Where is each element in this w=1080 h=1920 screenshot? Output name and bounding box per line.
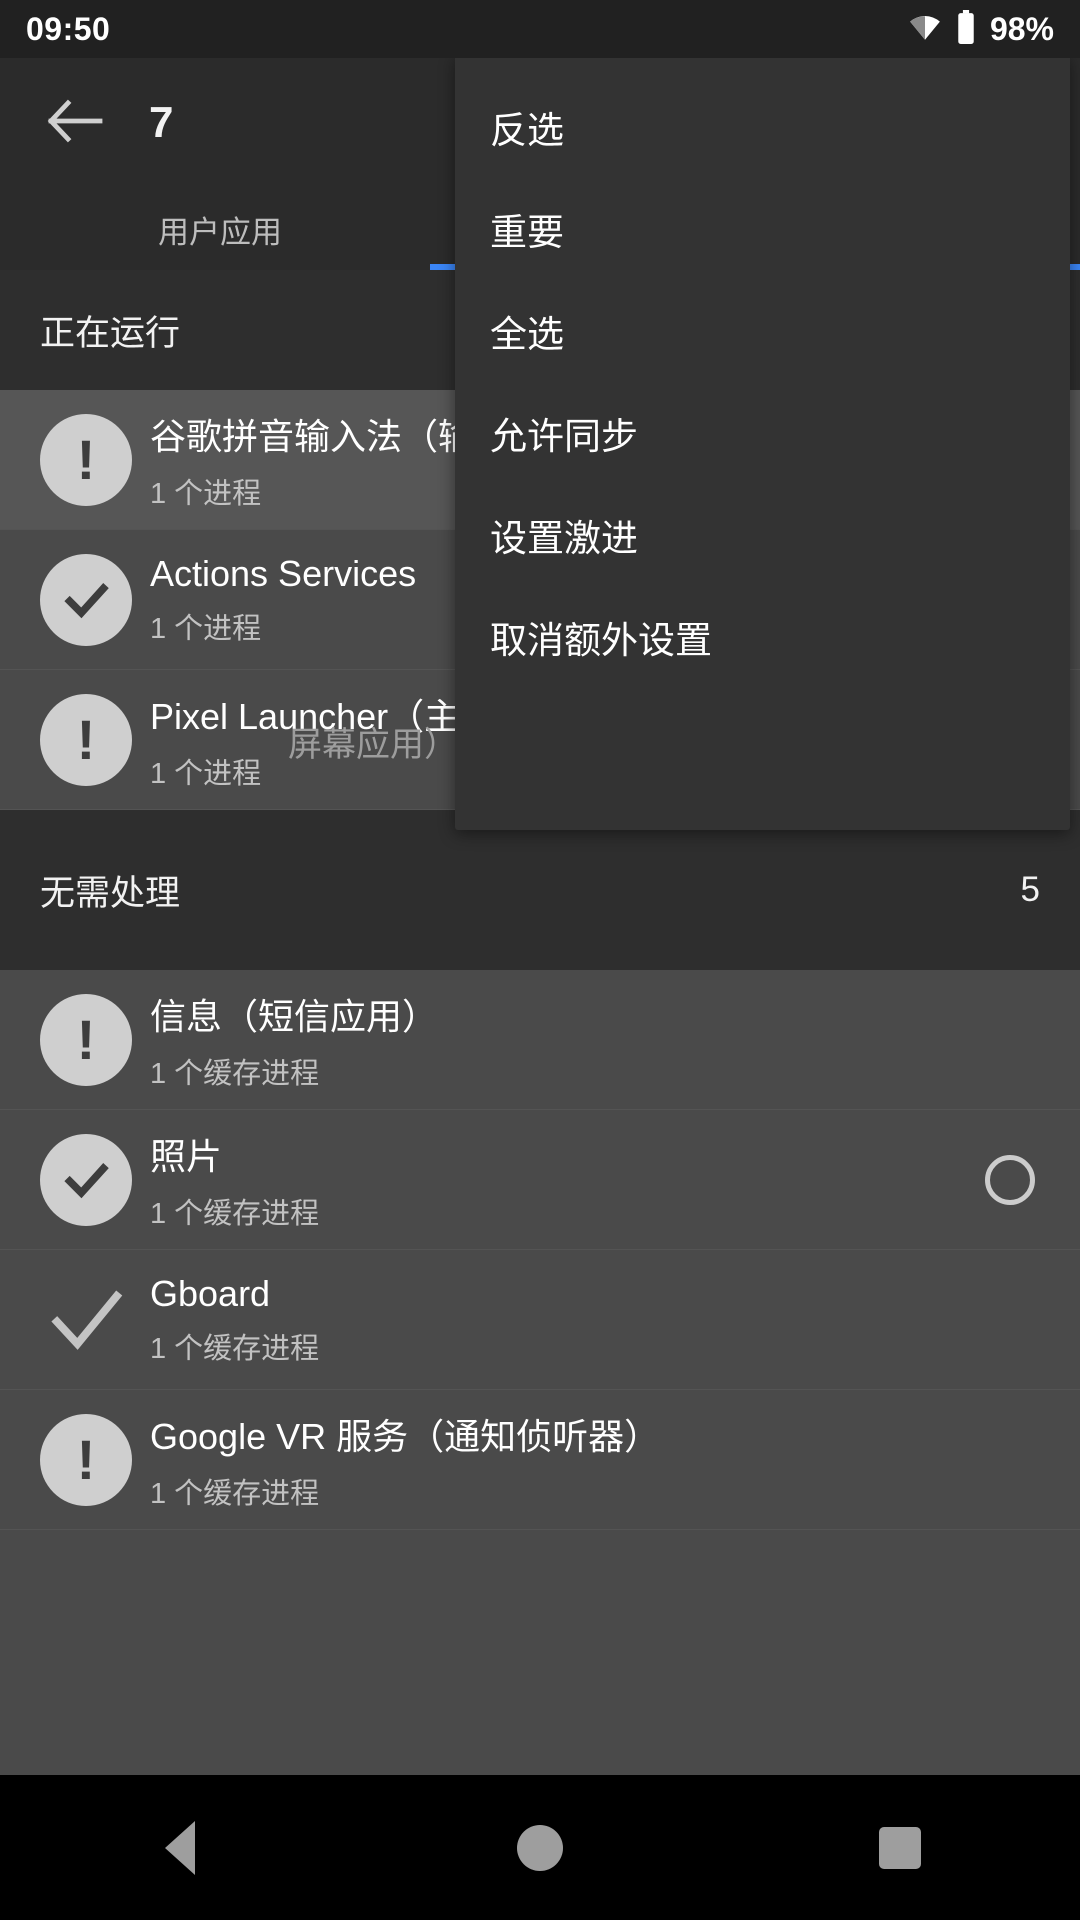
list-item-title: Gboard: [150, 1272, 271, 1314]
list-item-subtitle: 1 个进程: [150, 612, 262, 645]
overflow-menu[interactable]: 反选 重要 全选 允许同步 设置激进 取消额外设置: [455, 55, 1070, 830]
battery-icon: [956, 9, 976, 49]
exclamation-circle-icon: !: [40, 693, 132, 786]
row-trailing-slot[interactable]: [980, 1154, 1040, 1205]
tab-indicator-left: [430, 264, 456, 270]
nav-recent-icon: [879, 1826, 921, 1869]
menu-item-important[interactable]: 重要: [455, 179, 1070, 279]
tab-user-apps-label: 用户应用: [158, 214, 282, 250]
screen-root: 09:50 98% 7 用户应用 正在运行 ! 谷歌拼音输入法（输入法） 1 个…: [0, 0, 1080, 1920]
exclamation-circle-icon: !: [40, 413, 132, 506]
table-row[interactable]: ! 信息（短信应用） 1 个缓存进程: [0, 970, 1080, 1110]
section-header-no-action: 无需处理 5: [0, 810, 1080, 970]
nav-home-button[interactable]: [480, 1788, 600, 1908]
menu-item-allow-sync[interactable]: 允许同步: [455, 383, 1070, 483]
menu-item-invert-selection[interactable]: 反选: [455, 77, 1070, 177]
check-circle-icon: [40, 1133, 132, 1226]
menu-item-cancel-extra-settings[interactable]: 取消额外设置: [455, 587, 1070, 687]
wifi-icon: [908, 14, 942, 45]
battery-percent-label: 98%: [989, 10, 1054, 47]
status-bar-clock: 09:50: [26, 10, 111, 47]
status-bar-icons: 98%: [908, 9, 1054, 49]
nav-home-icon: [517, 1824, 563, 1871]
back-arrow-icon: [46, 97, 104, 150]
tab-user-apps[interactable]: 用户应用: [0, 188, 440, 270]
table-row[interactable]: 照片 1 个缓存进程: [0, 1110, 1080, 1250]
section-count: 5: [1020, 870, 1040, 909]
check-icon: [40, 1274, 132, 1366]
list-item-subtitle: 1 个缓存进程: [150, 1057, 320, 1090]
list-item-subtitle: 1 个缓存进程: [150, 1477, 320, 1510]
list-item-title: 照片: [150, 1135, 223, 1177]
list-item-title: Actions Services: [150, 552, 417, 594]
page-title: 7: [149, 98, 174, 147]
status-bar: 09:50 98%: [0, 0, 1080, 58]
list-item-subtitle: 1 个缓存进程: [150, 1332, 320, 1365]
exclamation-circle-icon: !: [40, 1413, 132, 1506]
back-button[interactable]: [25, 73, 125, 173]
nav-recents-button[interactable]: [840, 1788, 960, 1908]
table-row[interactable]: ! Google VR 服务（通知侦听器） 1 个缓存进程: [0, 1390, 1080, 1530]
list-item-title: Google VR 服务（通知侦听器）: [150, 1415, 661, 1457]
menu-item-select-all[interactable]: 全选: [455, 281, 1070, 381]
section-title: 无需处理: [40, 873, 181, 913]
menu-item-set-aggressive[interactable]: 设置激进: [455, 485, 1070, 585]
nav-back-button[interactable]: [120, 1788, 240, 1908]
empty-circle-icon[interactable]: [985, 1154, 1035, 1205]
table-row[interactable]: Gboard 1 个缓存进程: [0, 1250, 1080, 1390]
list-item-title: 信息（短信应用）: [150, 995, 439, 1037]
list-item-subtitle: 1 个缓存进程: [150, 1197, 320, 1230]
section-title: 正在运行: [40, 313, 181, 353]
nav-back-icon: [165, 1820, 195, 1875]
exclamation-circle-icon: !: [40, 993, 132, 1086]
system-navigation-bar: [0, 1775, 1080, 1920]
check-circle-icon: [40, 553, 132, 646]
